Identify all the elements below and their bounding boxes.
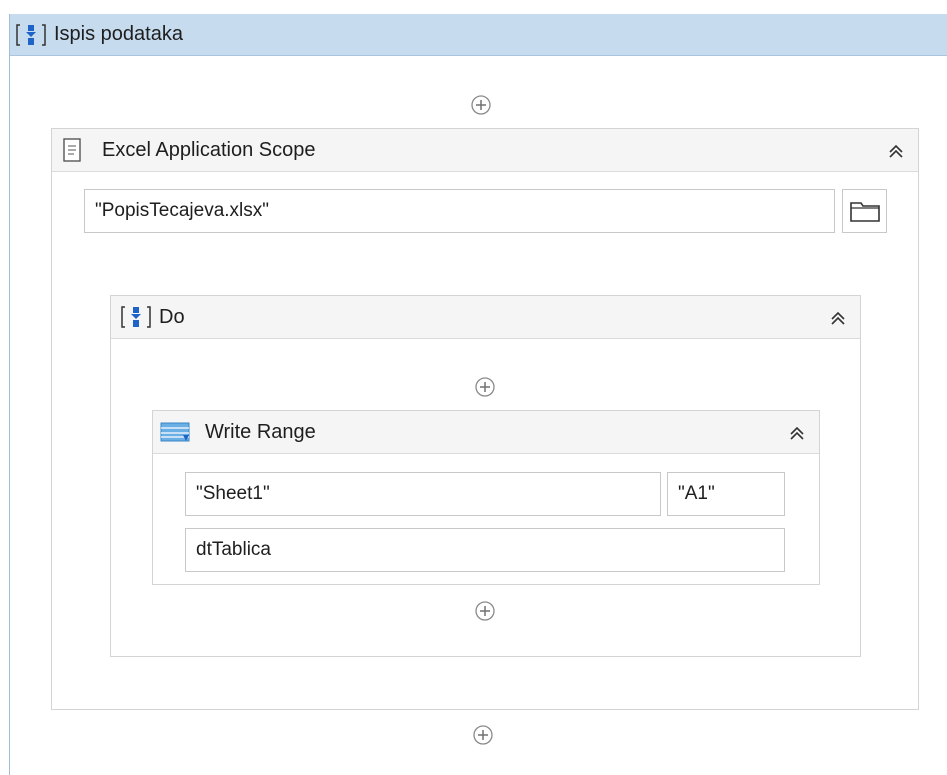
workbook-path-input[interactable]: "PopisTecajeva.xlsx": [84, 189, 835, 233]
collapse-chevron-icon[interactable]: [886, 141, 906, 161]
excel-scope-title: Excel Application Scope: [102, 138, 316, 161]
browse-folder-button[interactable]: [842, 189, 887, 233]
add-activity-plus-icon[interactable]: [474, 376, 496, 398]
folder-icon: [849, 202, 880, 222]
sequence-icon: [16, 22, 46, 48]
sheet-name-input[interactable]: "Sheet1": [185, 472, 661, 516]
collapse-chevron-icon[interactable]: [787, 423, 807, 443]
do-sequence-header[interactable]: Do: [111, 296, 860, 339]
outer-sequence-header[interactable]: Ispis podataka: [10, 14, 947, 56]
document-icon: [62, 137, 84, 163]
outer-sequence-title: Ispis podataka: [54, 23, 183, 45]
collapse-chevron-icon[interactable]: [828, 308, 848, 328]
write-range-title: Write Range: [205, 420, 316, 443]
add-activity-plus-icon[interactable]: [474, 600, 496, 622]
sequence-icon: [121, 304, 151, 330]
excel-scope-header[interactable]: Excel Application Scope: [52, 129, 918, 172]
do-sequence-title: Do: [159, 305, 185, 328]
table-icon: [159, 420, 191, 444]
add-activity-plus-icon[interactable]: [472, 724, 494, 746]
write-range-header[interactable]: Write Range: [153, 411, 819, 454]
add-activity-plus-icon[interactable]: [470, 94, 492, 116]
start-cell-input[interactable]: "A1": [667, 472, 785, 516]
data-table-input[interactable]: dtTablica: [185, 528, 785, 572]
workflow-designer-canvas: Ispis podataka Excel Application Scope "…: [0, 0, 947, 775]
